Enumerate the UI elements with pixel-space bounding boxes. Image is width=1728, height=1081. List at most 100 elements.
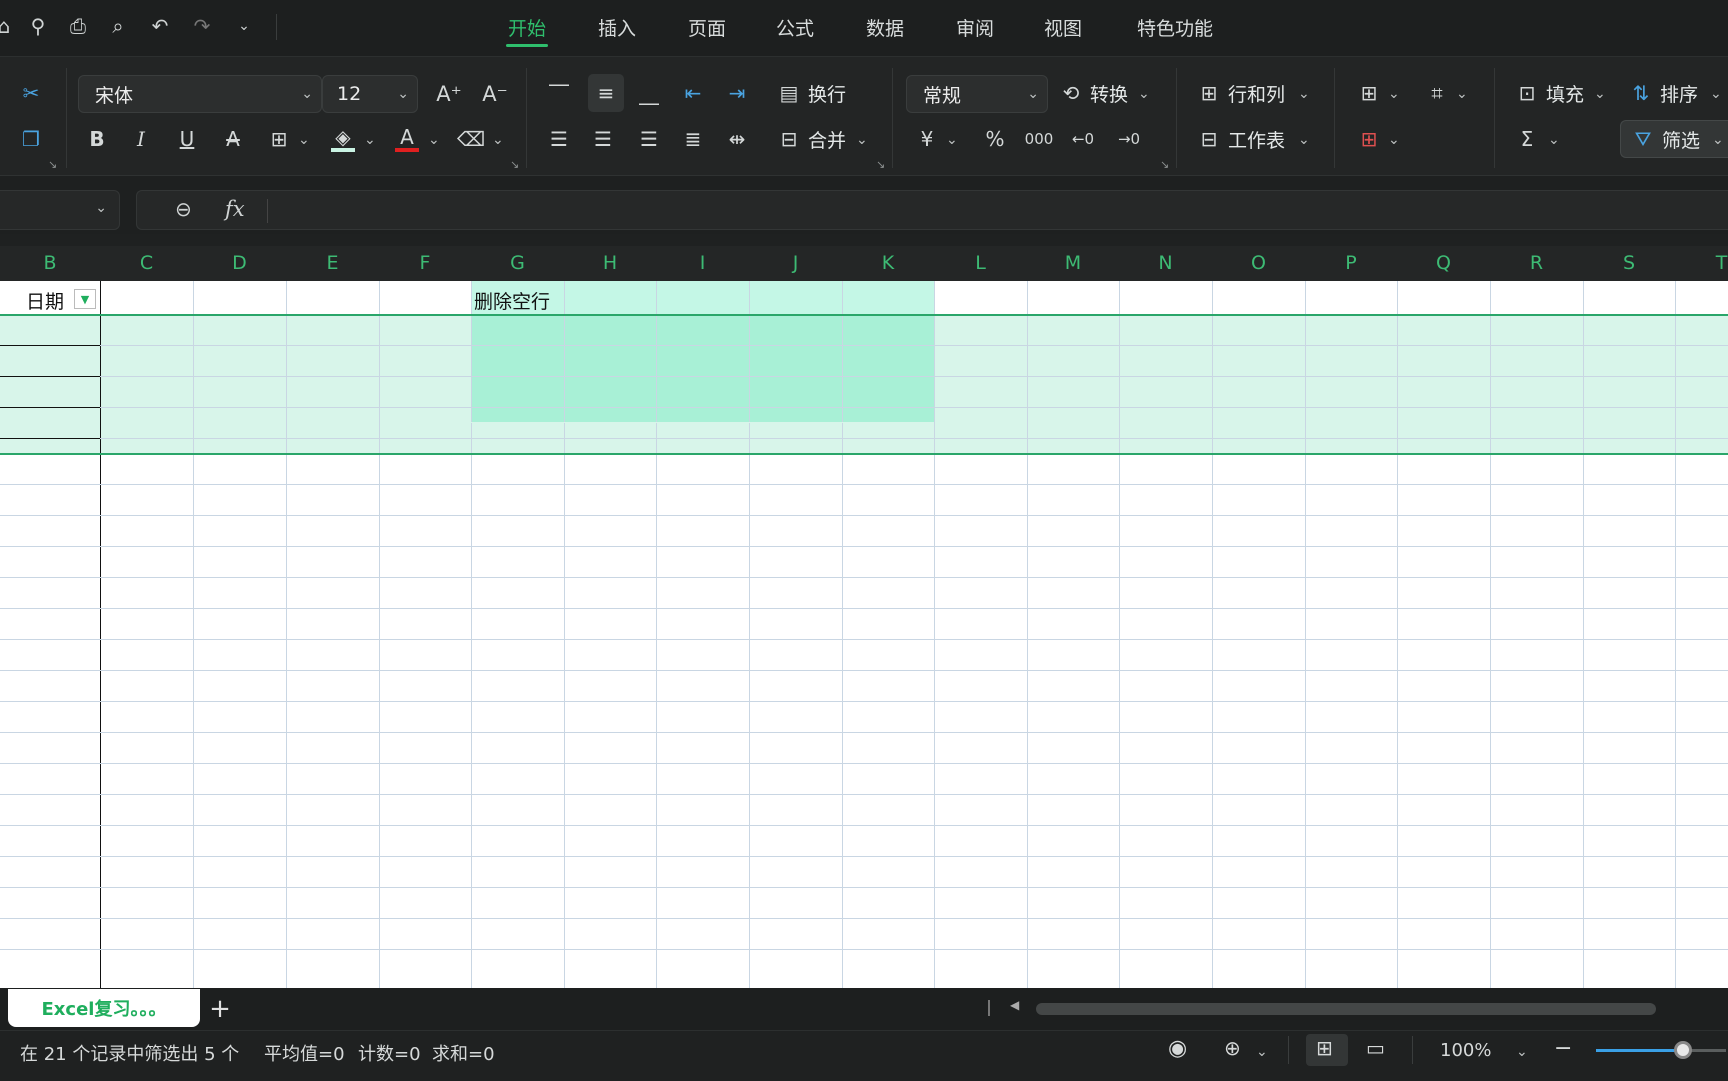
chevron-down-icon[interactable]: ⌄ bbox=[1710, 86, 1722, 102]
sheet-tab-excel-review[interactable]: Excel复习。。。 bbox=[8, 989, 200, 1027]
scroll-left-icon[interactable]: ◀ bbox=[1010, 998, 1019, 1012]
italic-icon[interactable]: I bbox=[126, 124, 156, 154]
column-header-n[interactable]: N bbox=[1119, 246, 1212, 281]
column-header-j[interactable]: J bbox=[749, 246, 842, 281]
column-header-k[interactable]: K bbox=[842, 246, 934, 281]
chevron-down-icon[interactable]: ⌄ bbox=[428, 132, 440, 148]
align-middle-icon[interactable]: ≡ bbox=[588, 74, 624, 112]
spreadsheet-grid[interactable]: 日期 ▼ 删除空行 bbox=[0, 281, 1728, 988]
view-mode-icon[interactable]: ⊕ bbox=[1224, 1036, 1241, 1060]
freeze-panes-icon[interactable]: ⊞ bbox=[1354, 78, 1384, 108]
redo-icon[interactable]: ↷ bbox=[188, 12, 216, 40]
thousands-separator-icon[interactable]: 000 bbox=[1024, 124, 1054, 154]
dialog-launcher-icon[interactable]: ↘ bbox=[510, 158, 519, 171]
distributed-align-icon[interactable]: ⇹ bbox=[722, 124, 752, 154]
column-header-c[interactable]: C bbox=[100, 246, 193, 281]
chevron-down-icon[interactable]: ⌄ bbox=[1256, 1044, 1268, 1060]
column-header-d[interactable]: D bbox=[193, 246, 286, 281]
column-header-q[interactable]: Q bbox=[1397, 246, 1490, 281]
underline-icon[interactable]: U bbox=[172, 124, 202, 154]
percent-icon[interactable]: % bbox=[980, 124, 1010, 154]
column-header-e[interactable]: E bbox=[286, 246, 379, 281]
tab-page[interactable]: 页面 bbox=[684, 14, 730, 42]
convert-button[interactable]: 转换 bbox=[1090, 78, 1128, 108]
zoom-level[interactable]: 100% bbox=[1440, 1040, 1491, 1061]
bold-icon[interactable]: B bbox=[82, 124, 112, 154]
dialog-launcher-icon[interactable]: ↘ bbox=[48, 158, 57, 171]
column-header-s[interactable]: S bbox=[1583, 246, 1675, 281]
decrease-decimal-icon[interactable]: ←0 bbox=[1068, 124, 1098, 154]
tab-insert[interactable]: 插入 bbox=[594, 14, 640, 42]
add-sheet-icon[interactable]: + bbox=[206, 994, 234, 1024]
tab-special-features[interactable]: 特色功能 bbox=[1130, 14, 1220, 42]
align-top-icon[interactable]: ⎺ bbox=[544, 78, 574, 108]
zoom-slider-track[interactable] bbox=[1596, 1049, 1682, 1052]
formula-input[interactable]: ⊖ fx bbox=[136, 190, 1728, 230]
column-header-m[interactable]: M bbox=[1027, 246, 1119, 281]
print-icon[interactable]: ⎙ bbox=[64, 12, 92, 40]
zoom-search-icon[interactable]: ⊖ bbox=[175, 197, 192, 221]
strikethrough-icon[interactable]: A bbox=[218, 124, 248, 154]
increase-indent-icon[interactable]: ⇥ bbox=[722, 78, 752, 108]
align-bottom-icon[interactable]: ⎽ bbox=[634, 78, 664, 108]
column-header-r[interactable]: R bbox=[1490, 246, 1583, 281]
column-header-f[interactable]: F bbox=[379, 246, 471, 281]
tab-home[interactable]: 开始 bbox=[504, 14, 550, 42]
chevron-down-icon[interactable]: ⌄ bbox=[1594, 86, 1606, 102]
chevron-down-icon[interactable]: ⌄ bbox=[1298, 132, 1310, 148]
worksheet-icon[interactable]: ⊟ bbox=[1194, 124, 1224, 154]
undo-icon[interactable]: ↶ bbox=[146, 12, 174, 40]
share-icon[interactable]: ⚲ bbox=[24, 12, 52, 40]
sort-icon[interactable]: ⇅ bbox=[1626, 78, 1656, 108]
chevron-down-icon[interactable]: ⌄ bbox=[946, 132, 958, 148]
fill-button[interactable]: 填充 bbox=[1546, 78, 1584, 108]
dialog-launcher-icon[interactable]: ↘ bbox=[876, 158, 885, 171]
rows-columns-button[interactable]: 行和列 bbox=[1228, 78, 1285, 108]
chevron-down-icon[interactable]: ⌄ bbox=[1138, 86, 1150, 102]
zoom-out-icon[interactable]: − bbox=[1554, 1036, 1572, 1061]
eye-icon[interactable]: ◉ bbox=[1168, 1036, 1187, 1061]
copy-icon[interactable]: ❐ bbox=[16, 124, 46, 154]
page-layout-icon[interactable]: ▭ bbox=[1366, 1036, 1385, 1060]
home-icon[interactable]: ⌂ bbox=[0, 12, 18, 40]
number-format-select[interactable]: 常规 ⌄ bbox=[906, 75, 1048, 113]
currency-icon[interactable]: ¥ bbox=[912, 124, 942, 154]
wrap-text-button[interactable]: 换行 bbox=[808, 78, 846, 108]
chevron-down-icon[interactable]: ⌄ bbox=[1388, 132, 1400, 148]
crop-icon[interactable]: ⌗ bbox=[1422, 78, 1452, 108]
chevron-down-icon[interactable]: ⌄ bbox=[364, 132, 376, 148]
align-right-icon[interactable]: ☰ bbox=[634, 124, 664, 154]
convert-icon[interactable]: ⟲ bbox=[1056, 78, 1086, 108]
cut-icon[interactable]: ✂ bbox=[16, 78, 46, 108]
chevron-down-icon[interactable]: ⌄ bbox=[1388, 86, 1400, 102]
column-header-p[interactable]: P bbox=[1305, 246, 1397, 281]
horizontal-scrollbar[interactable] bbox=[1036, 1003, 1656, 1015]
column-header-t[interactable]: T bbox=[1675, 246, 1728, 281]
tab-view[interactable]: 视图 bbox=[1040, 14, 1086, 42]
column-header-o[interactable]: O bbox=[1212, 246, 1305, 281]
chevron-down-icon[interactable]: ⌄ bbox=[1298, 86, 1310, 102]
chevron-down-icon[interactable]: ⌄ bbox=[298, 132, 310, 148]
column-header-b[interactable]: B bbox=[0, 246, 100, 281]
column-header-i[interactable]: I bbox=[656, 246, 749, 281]
cell-b1[interactable]: 日期 bbox=[26, 287, 64, 314]
increase-font-icon[interactable]: A⁺ bbox=[434, 78, 464, 110]
chevron-down-icon[interactable]: ⌄ bbox=[1516, 1044, 1528, 1060]
eraser-icon[interactable]: ⌫ bbox=[456, 124, 486, 154]
tab-data[interactable]: 数据 bbox=[862, 14, 908, 42]
decrease-font-icon[interactable]: A⁻ bbox=[480, 78, 510, 110]
merge-button[interactable]: 合并 bbox=[808, 124, 846, 154]
chevron-down-icon[interactable]: ⌄ bbox=[230, 12, 258, 40]
normal-view-icon[interactable]: ⊞ bbox=[1316, 1036, 1333, 1060]
conditional-format-icon[interactable]: ⊞ bbox=[1354, 124, 1384, 154]
chevron-down-icon[interactable]: ⌄ bbox=[492, 132, 504, 148]
worksheet-button[interactable]: 工作表 bbox=[1228, 124, 1285, 154]
filter-button[interactable]: 筛选 bbox=[1662, 124, 1700, 154]
increase-decimal-icon[interactable]: →0 bbox=[1114, 124, 1144, 154]
borders-icon[interactable]: ⊞ bbox=[264, 124, 294, 154]
merge-cells-icon[interactable]: ⊟ bbox=[774, 124, 804, 154]
name-box[interactable]: ⌄ bbox=[0, 190, 120, 230]
cell-g1[interactable]: 删除空行 bbox=[474, 287, 550, 314]
dialog-launcher-icon[interactable]: ↘ bbox=[1160, 158, 1169, 171]
align-center-icon[interactable]: ☰ bbox=[588, 124, 618, 154]
